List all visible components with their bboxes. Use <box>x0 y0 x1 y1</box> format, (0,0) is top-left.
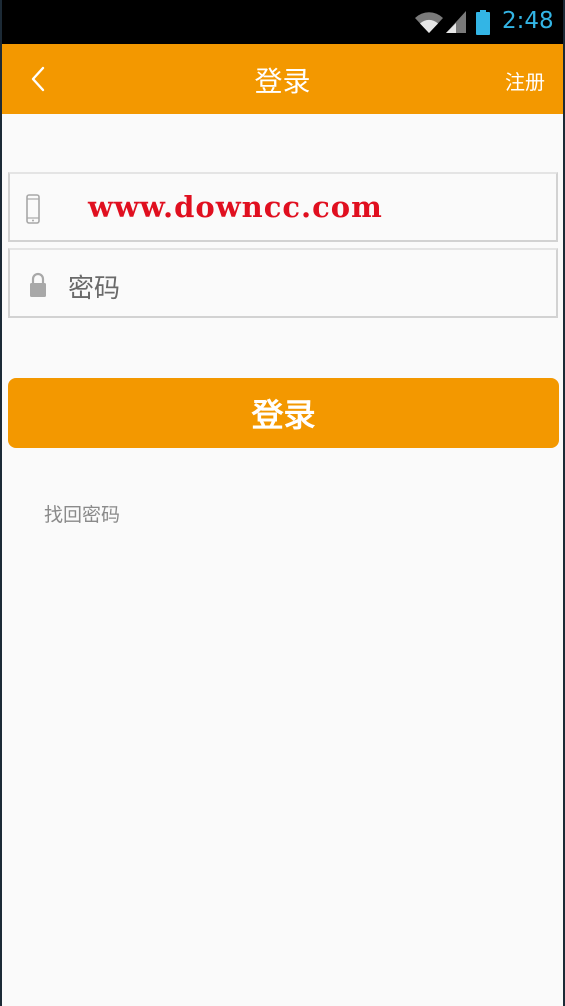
lock-icon <box>30 272 46 297</box>
status-time: 2:48 <box>502 8 554 34</box>
wifi-icon <box>415 12 443 33</box>
login-button[interactable]: 登录 <box>8 378 559 448</box>
phone-icon <box>26 194 40 224</box>
login-screen: 2:48 登录 注册 www.downcc.com 密码 登录 找回密码 <box>2 0 563 1006</box>
phone-field[interactable]: www.downcc.com <box>8 172 558 242</box>
battery-icon <box>476 10 490 35</box>
register-button[interactable]: 注册 <box>505 66 545 95</box>
app-bar: 登录 注册 <box>2 44 563 114</box>
page-title: 登录 <box>254 65 311 98</box>
signal-icon <box>446 11 466 33</box>
phone-input-value: www.downcc.com <box>88 190 383 224</box>
status-bar: 2:48 <box>2 0 563 44</box>
password-input-placeholder: 密码 <box>68 274 121 304</box>
password-field[interactable]: 密码 <box>8 248 558 318</box>
forgot-password-link[interactable]: 找回密码 <box>44 500 120 527</box>
